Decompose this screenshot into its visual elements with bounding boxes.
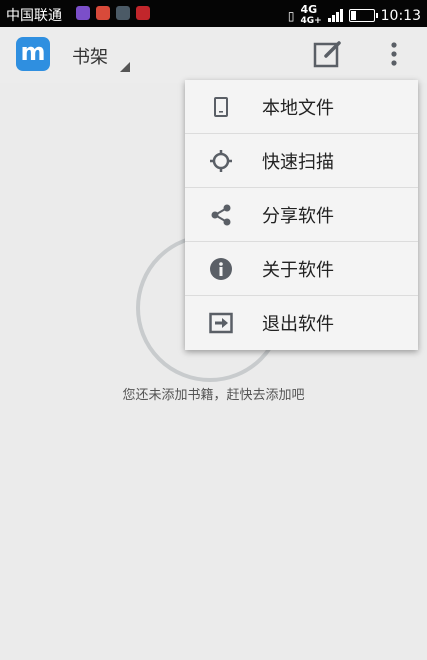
- menu-item-share[interactable]: 分享软件: [185, 188, 418, 242]
- menu-item-local-files[interactable]: 本地文件: [185, 80, 418, 134]
- info-icon: [210, 258, 232, 280]
- edit-icon: [313, 41, 341, 68]
- app2-notification-icon: [136, 6, 150, 20]
- share-icon: [211, 204, 231, 226]
- image-notification-icon: [116, 6, 130, 20]
- edit-button[interactable]: [313, 39, 343, 69]
- status-bar: 中国联通 ▯ 4G 4G+ 10:13: [0, 0, 427, 27]
- dropdown-caret-icon[interactable]: [120, 62, 130, 72]
- page-title[interactable]: 书架: [72, 43, 108, 69]
- menu-item-label: 本地文件: [262, 98, 334, 119]
- clock: 10:13: [380, 7, 421, 24]
- menu-item-label: 退出软件: [262, 314, 334, 335]
- crosshair-icon: [210, 150, 232, 172]
- empty-state-message: 您还未添加书籍，赶快去添加吧: [122, 388, 305, 403]
- menu-item-about[interactable]: 关于软件: [185, 242, 418, 296]
- overflow-menu: 本地文件 快速扫描 分享软件 关于软件 退出软件: [185, 80, 418, 350]
- menu-item-label: 关于软件: [262, 260, 334, 281]
- vibrate-icon: ▯: [287, 8, 295, 23]
- carrier-label: 中国联通: [6, 8, 62, 24]
- more-vert-icon: [391, 42, 397, 66]
- status-right: ▯ 4G 4G+ 10:13: [287, 3, 421, 26]
- signal-icon: [327, 9, 343, 22]
- menu-item-quick-scan[interactable]: 快速扫描: [185, 134, 418, 188]
- battery-icon: [348, 9, 378, 22]
- notification-icons: [76, 6, 150, 20]
- menu-item-exit[interactable]: 退出软件: [185, 296, 418, 350]
- app-bar: m 书架: [0, 27, 427, 83]
- network-type: 4G 4G+: [300, 3, 322, 26]
- overflow-menu-button[interactable]: [384, 39, 404, 69]
- app-logo-icon[interactable]: m: [16, 37, 50, 71]
- menu-item-label: 快速扫描: [262, 152, 334, 173]
- exit-icon: [209, 312, 233, 334]
- weibo-notification-icon: [96, 6, 110, 20]
- phone-icon: [214, 97, 228, 117]
- app-notification-icon: [76, 6, 90, 20]
- menu-item-label: 分享软件: [262, 206, 334, 227]
